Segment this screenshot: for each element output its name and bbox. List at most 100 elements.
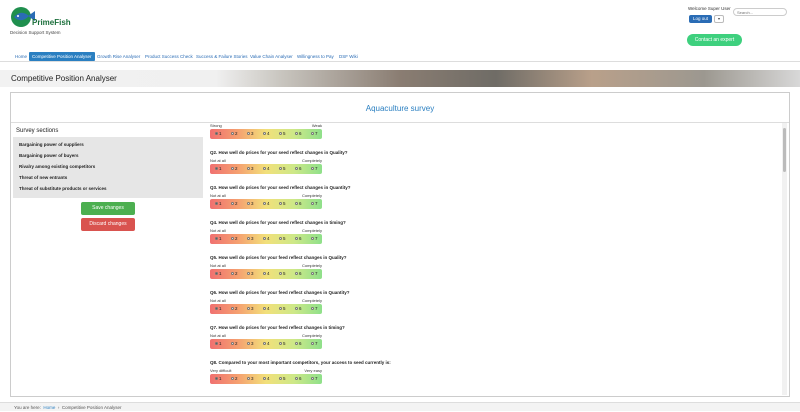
rating-option-5[interactable]: 5 — [279, 199, 286, 209]
rating-option-6[interactable]: 6 — [295, 234, 302, 244]
sidebar-item-buyers[interactable]: Bargaining power of buyers — [13, 150, 203, 161]
rating-option-7[interactable]: 7 — [311, 269, 318, 279]
nav-item-willingness-to-pay[interactable]: Willingness to Pay — [297, 52, 334, 61]
radio-button[interactable] — [215, 342, 218, 346]
rating-option-3[interactable]: 3 — [247, 199, 254, 209]
radio-button[interactable] — [247, 377, 250, 381]
rating-option-7[interactable]: 7 — [311, 164, 318, 174]
radio-button[interactable] — [215, 132, 218, 136]
rating-option-4[interactable]: 4 — [263, 374, 270, 384]
rating-option-4[interactable]: 4 — [263, 269, 270, 279]
radio-button[interactable] — [295, 307, 298, 311]
rating-option-7[interactable]: 7 — [311, 129, 318, 139]
rating-option-1[interactable]: 1 — [215, 234, 222, 244]
rating-option-7[interactable]: 7 — [311, 374, 318, 384]
rating-option-4[interactable]: 4 — [263, 129, 270, 139]
rating-option-2[interactable]: 2 — [231, 199, 238, 209]
rating-option-1[interactable]: 1 — [215, 304, 222, 314]
nav-item-growth-rise-analyser[interactable]: Growth Rise Analyser — [97, 52, 140, 61]
nav-item-success-failure-stories[interactable]: Success & Failure Stories — [196, 52, 248, 61]
radio-button[interactable] — [279, 167, 282, 171]
rating-option-1[interactable]: 1 — [215, 199, 222, 209]
radio-button[interactable] — [231, 237, 234, 241]
radio-button[interactable] — [311, 307, 314, 311]
rating-option-3[interactable]: 3 — [247, 269, 254, 279]
rating-option-2[interactable]: 2 — [231, 269, 238, 279]
scrollbar-thumb[interactable] — [783, 128, 786, 172]
rating-option-6[interactable]: 6 — [295, 374, 302, 384]
rating-option-2[interactable]: 2 — [231, 304, 238, 314]
save-button[interactable]: Save changes — [81, 202, 135, 215]
radio-button[interactable] — [295, 272, 298, 276]
rating-option-5[interactable]: 5 — [279, 129, 286, 139]
rating-option-6[interactable]: 6 — [295, 164, 302, 174]
rating-option-7[interactable]: 7 — [311, 234, 318, 244]
radio-button[interactable] — [263, 132, 266, 136]
rating-option-6[interactable]: 6 — [295, 304, 302, 314]
radio-button[interactable] — [247, 307, 250, 311]
scrollbar[interactable] — [782, 123, 787, 395]
rating-option-2[interactable]: 2 — [231, 129, 238, 139]
radio-button[interactable] — [247, 167, 250, 171]
radio-button[interactable] — [231, 167, 234, 171]
rating-option-3[interactable]: 3 — [247, 234, 254, 244]
radio-button[interactable] — [247, 132, 250, 136]
rating-option-3[interactable]: 3 — [247, 129, 254, 139]
radio-button[interactable] — [215, 202, 218, 206]
radio-button[interactable] — [279, 202, 282, 206]
user-menu-chevron-down-icon[interactable]: ▾ — [714, 15, 724, 23]
radio-button[interactable] — [215, 307, 218, 311]
rating-option-5[interactable]: 5 — [279, 164, 286, 174]
sidebar-item-rivalry[interactable]: Rivalry among existing competitors — [13, 161, 203, 172]
radio-button[interactable] — [311, 342, 314, 346]
radio-button[interactable] — [279, 237, 282, 241]
rating-option-6[interactable]: 6 — [295, 129, 302, 139]
radio-button[interactable] — [295, 342, 298, 346]
rating-option-6[interactable]: 6 — [295, 339, 302, 349]
rating-option-3[interactable]: 3 — [247, 374, 254, 384]
questions-panel[interactable]: Q1. Bargaining power of suppliers is:Str… — [207, 123, 787, 395]
radio-button[interactable] — [295, 202, 298, 206]
rating-option-5[interactable]: 5 — [279, 234, 286, 244]
nav-item-product-success-check[interactable]: Product Success Check — [145, 52, 193, 61]
radio-button[interactable] — [263, 237, 266, 241]
rating-option-4[interactable]: 4 — [263, 339, 270, 349]
radio-button[interactable] — [215, 167, 218, 171]
radio-button[interactable] — [279, 132, 282, 136]
sidebar-item-substitutes[interactable]: Threat of substitute products or service… — [13, 183, 203, 194]
contact-expert-button[interactable]: Contact an expert — [687, 34, 742, 46]
rating-option-5[interactable]: 5 — [279, 339, 286, 349]
rating-option-2[interactable]: 2 — [231, 339, 238, 349]
radio-button[interactable] — [311, 167, 314, 171]
radio-button[interactable] — [311, 132, 314, 136]
rating-option-1[interactable]: 1 — [215, 269, 222, 279]
discard-button[interactable]: Discard changes — [81, 218, 135, 231]
radio-button[interactable] — [279, 307, 282, 311]
radio-button[interactable] — [311, 272, 314, 276]
sidebar-item-suppliers[interactable]: Bargaining power of suppliers — [13, 139, 203, 150]
rating-option-5[interactable]: 5 — [279, 304, 286, 314]
radio-button[interactable] — [311, 237, 314, 241]
radio-button[interactable] — [295, 167, 298, 171]
nav-item-dsf-wiki[interactable]: DSF Wiki — [339, 52, 358, 61]
rating-option-1[interactable]: 1 — [215, 374, 222, 384]
radio-button[interactable] — [231, 377, 234, 381]
radio-button[interactable] — [247, 342, 250, 346]
rating-option-2[interactable]: 2 — [231, 164, 238, 174]
radio-button[interactable] — [231, 272, 234, 276]
rating-option-4[interactable]: 4 — [263, 234, 270, 244]
radio-button[interactable] — [263, 342, 266, 346]
radio-button[interactable] — [295, 377, 298, 381]
rating-option-7[interactable]: 7 — [311, 339, 318, 349]
nav-item-competitive-position-analyser[interactable]: Competitive Position Analyser — [29, 52, 95, 61]
radio-button[interactable] — [295, 237, 298, 241]
radio-button[interactable] — [311, 202, 314, 206]
nav-item-home[interactable]: Home — [15, 52, 27, 61]
radio-button[interactable] — [247, 202, 250, 206]
rating-option-6[interactable]: 6 — [295, 269, 302, 279]
rating-option-4[interactable]: 4 — [263, 304, 270, 314]
rating-option-5[interactable]: 5 — [279, 269, 286, 279]
radio-button[interactable] — [247, 272, 250, 276]
radio-button[interactable] — [215, 237, 218, 241]
rating-option-6[interactable]: 6 — [295, 199, 302, 209]
